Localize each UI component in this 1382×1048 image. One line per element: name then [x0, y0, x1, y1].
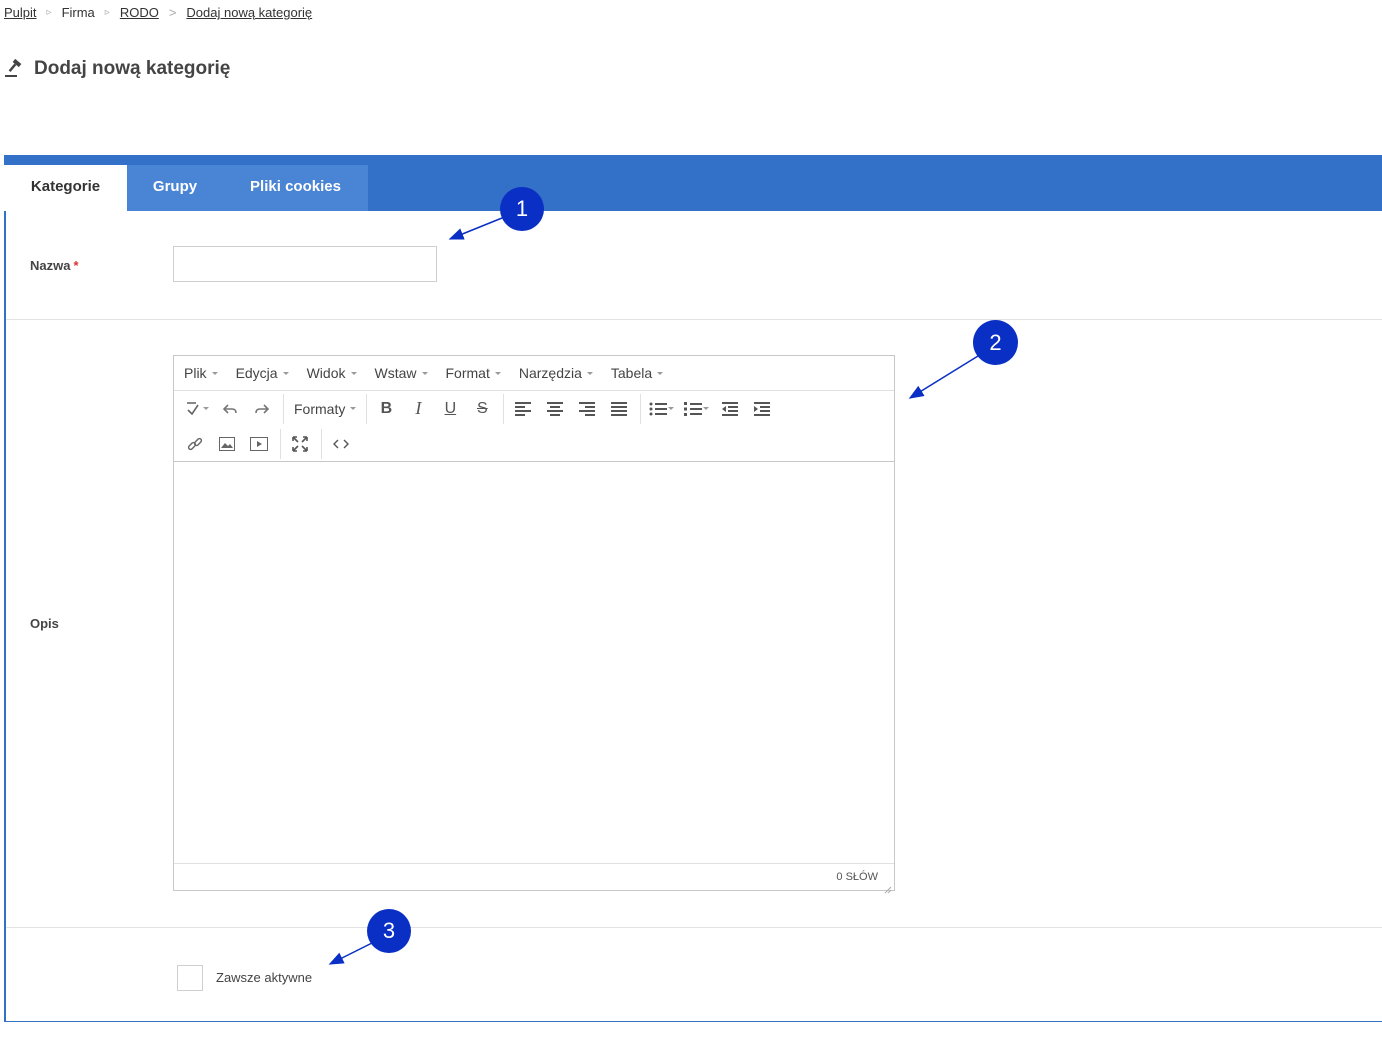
toolbar-separator [640, 393, 642, 424]
resize-handle-icon[interactable] [884, 881, 892, 894]
align-right-icon[interactable] [574, 396, 600, 422]
editor-toolbar-insert [174, 426, 894, 462]
breadcrumb-pulpit[interactable]: Pulpit [4, 5, 37, 20]
word-count: 0 SŁÓW [836, 871, 878, 883]
undo-icon[interactable] [217, 396, 243, 422]
outdent-icon[interactable] [717, 396, 743, 422]
breadcrumb-separator-icon: ▹ [46, 7, 52, 18]
chevron-down-icon [350, 371, 357, 375]
always-active-label: Zawsze aktywne [216, 970, 313, 985]
rich-text-editor: Plik Edycja Widok Wstaw Format Narzędzia… [173, 355, 895, 894]
bold-icon[interactable]: B [373, 396, 399, 422]
menu-plik[interactable]: Plik [184, 365, 218, 381]
tab-bar: Kategorie Grupy Pliki cookies [4, 155, 1382, 211]
breadcrumb-separator-icon: ▹ [104, 7, 110, 18]
row-divider [6, 927, 1382, 928]
breadcrumb-firma: Firma [61, 5, 95, 20]
name-label: Nazwa * [30, 258, 79, 273]
align-justify-icon[interactable] [606, 396, 632, 422]
tab-pliki-cookies[interactable]: Pliki cookies [223, 165, 368, 211]
image-icon[interactable] [214, 431, 240, 457]
align-left-icon[interactable] [510, 396, 536, 422]
menu-tabela[interactable]: Tabela [611, 365, 664, 381]
underline-icon[interactable]: U [437, 396, 463, 422]
chevron-down-icon [282, 371, 289, 375]
menu-narzedzia[interactable]: Narzędzia [519, 365, 593, 381]
italic-icon[interactable]: I [405, 396, 431, 422]
chevron-down-icon [350, 407, 357, 410]
menu-format[interactable]: Format [446, 365, 501, 381]
fullscreen-icon[interactable] [287, 431, 313, 457]
editor-content-area[interactable] [174, 463, 894, 863]
indent-icon[interactable] [749, 396, 775, 422]
chevron-down-icon [494, 371, 501, 375]
chevron-down-icon [211, 371, 218, 375]
form-panel-bottom-border [4, 1021, 1382, 1022]
chevron-down-icon[interactable] [703, 407, 710, 410]
toolbar-separator [503, 393, 505, 424]
required-mark: * [73, 258, 79, 273]
page-title: Dodaj nową kategorię [4, 58, 230, 80]
page-title-text: Dodaj nową kategorię [34, 58, 231, 79]
gavel-icon [4, 58, 26, 80]
chevron-down-icon [421, 371, 428, 375]
editor-menubar: Plik Edycja Widok Wstaw Format Narzędzia… [174, 356, 894, 391]
breadcrumb-separator-icon: > [168, 5, 177, 20]
breadcrumb-current[interactable]: Dodaj nową kategorię [186, 5, 312, 20]
tab-kategorie[interactable]: Kategorie [4, 165, 127, 211]
editor-statusbar: 0 SŁÓW [174, 863, 894, 894]
menu-wstaw[interactable]: Wstaw [375, 365, 428, 381]
annotation-badge-3: 3 [367, 909, 411, 953]
spellcheck-icon[interactable] [182, 396, 204, 422]
chevron-down-icon[interactable] [203, 407, 209, 410]
toolbar-separator [321, 428, 322, 459]
align-center-icon[interactable] [542, 396, 568, 422]
formats-dropdown[interactable]: Formaty [294, 401, 357, 417]
toolbar-separator [280, 428, 281, 459]
source-code-icon[interactable] [328, 431, 354, 457]
chevron-down-icon [586, 371, 593, 375]
row-divider [6, 319, 1382, 320]
tab-grupy[interactable]: Grupy [127, 165, 223, 211]
chevron-down-icon [657, 371, 664, 375]
description-label: Opis [30, 616, 59, 631]
numbered-list-icon[interactable] [682, 396, 704, 422]
always-active-checkbox[interactable] [177, 965, 203, 991]
name-label-text: Nazwa [30, 258, 71, 273]
annotation-badge-2: 2 [973, 320, 1018, 365]
menu-widok[interactable]: Widok [307, 365, 357, 381]
link-icon[interactable] [182, 431, 208, 457]
media-icon[interactable] [246, 431, 272, 457]
annotation-badge-1: 1 [500, 187, 544, 231]
toolbar-separator [366, 393, 368, 424]
breadcrumb-rodo[interactable]: RODO [120, 5, 159, 20]
menu-edycja[interactable]: Edycja [236, 365, 289, 381]
strikethrough-icon[interactable]: S [469, 396, 495, 422]
name-input[interactable] [173, 246, 437, 282]
redo-icon[interactable] [249, 396, 275, 422]
editor-toolbar-formatting: Formaty B I U S [174, 391, 894, 426]
toolbar-separator [283, 393, 284, 424]
bullet-list-icon[interactable] [647, 396, 669, 422]
breadcrumb: Pulpit ▹ Firma ▹ RODO > Dodaj nową kateg… [4, 5, 312, 20]
chevron-down-icon[interactable] [668, 407, 675, 410]
